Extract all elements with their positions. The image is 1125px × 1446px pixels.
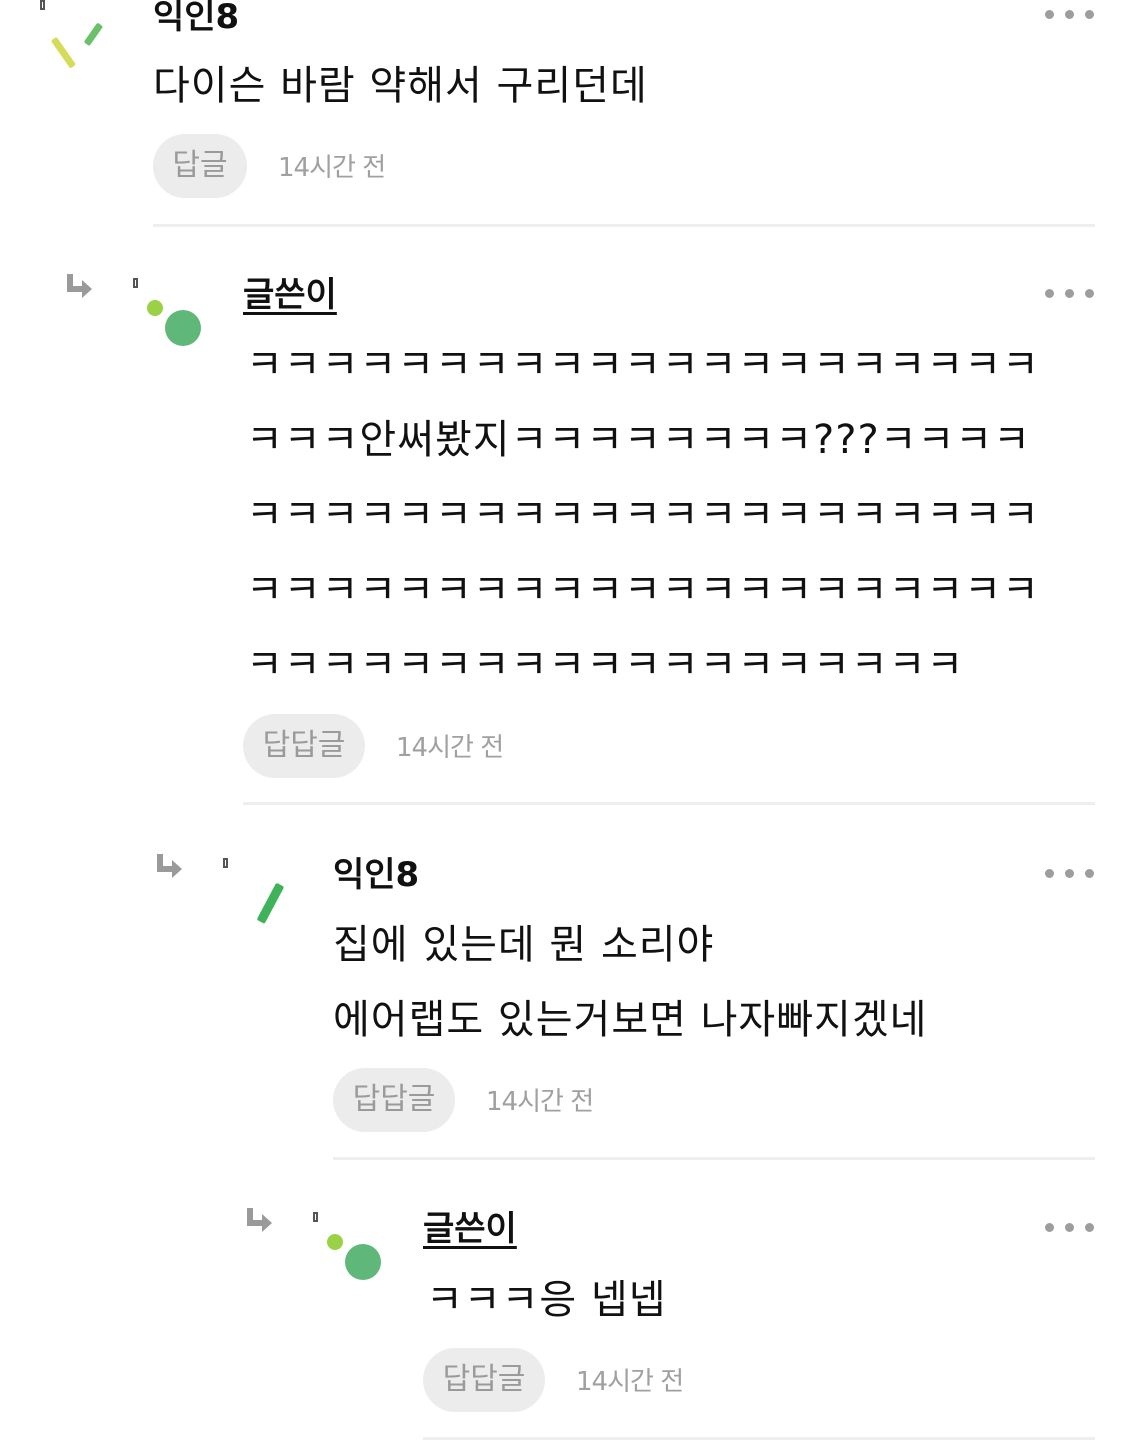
timestamp: 14시간 전 [486,1087,594,1117]
avatar-icon[interactable] [323,1230,385,1282]
author-name[interactable]: 글쓴이 [243,278,337,312]
comment-text: 집에 있는데 뭔 소리야 [333,922,715,968]
avatar-icon[interactable] [250,878,290,928]
author-name[interactable]: 글쓴이 [423,1212,517,1246]
reply-button[interactable]: 답답글 [243,714,365,778]
reply-button[interactable]: 답글 [153,134,247,198]
comment-text: ㅋㅋㅋㅋㅋㅋㅋㅋㅋㅋㅋㅋㅋㅋㅋㅋㅋㅋㅋㅋㅋ [246,567,1040,613]
comment-text: ㅋㅋㅋㅋㅋㅋㅋㅋㅋㅋㅋㅋㅋㅋㅋㅋㅋㅋㅋㅋㅋ [246,492,1040,538]
timestamp: 14시간 전 [576,1367,684,1397]
comment-text: ㅋㅋㅋㅋㅋㅋㅋㅋㅋㅋㅋㅋㅋㅋㅋㅋㅋㅋㅋ [246,642,965,688]
avatar-icon[interactable] [143,296,205,348]
divider [333,1157,1095,1160]
indicator-icon [313,1212,318,1222]
more-options-icon[interactable] [1045,867,1097,879]
comment-text: 에어랩도 있는거보면 나자빠지겠네 [333,997,928,1043]
indicator-icon [40,0,45,10]
avatar-icon[interactable] [50,20,110,80]
reply-arrow-icon [244,1206,274,1234]
divider [423,1437,1095,1440]
divider [243,802,1095,805]
author-name[interactable]: 익인8 [153,0,239,34]
comment-text: ㅋㅋㅋㅋㅋㅋㅋㅋㅋㅋㅋㅋㅋㅋㅋㅋㅋㅋㅋㅋㅋ [246,342,1040,388]
reply-button[interactable]: 답답글 [333,1068,455,1132]
timestamp: 14시간 전 [278,153,386,183]
reply-arrow-icon [154,852,184,880]
comment-text: ㅋㅋㅋ안써봤지ㅋㅋㅋㅋㅋㅋㅋㅋ???ㅋㅋㅋㅋ [246,417,1031,463]
timestamp: 14시간 전 [396,733,504,763]
indicator-icon [133,278,138,288]
more-options-icon[interactable] [1045,1221,1097,1233]
reply-button[interactable]: 답답글 [423,1348,545,1412]
indicator-icon [223,858,228,868]
author-name[interactable]: 익인8 [333,858,419,892]
more-options-icon[interactable] [1045,8,1097,20]
reply-arrow-icon [64,272,94,300]
divider [153,224,1095,227]
more-options-icon[interactable] [1045,287,1097,299]
comment-text: ㅋㅋㅋ응 넵넵 [426,1277,667,1323]
comment-text: 다이슨 바람 약해서 구리던데 [153,63,648,109]
